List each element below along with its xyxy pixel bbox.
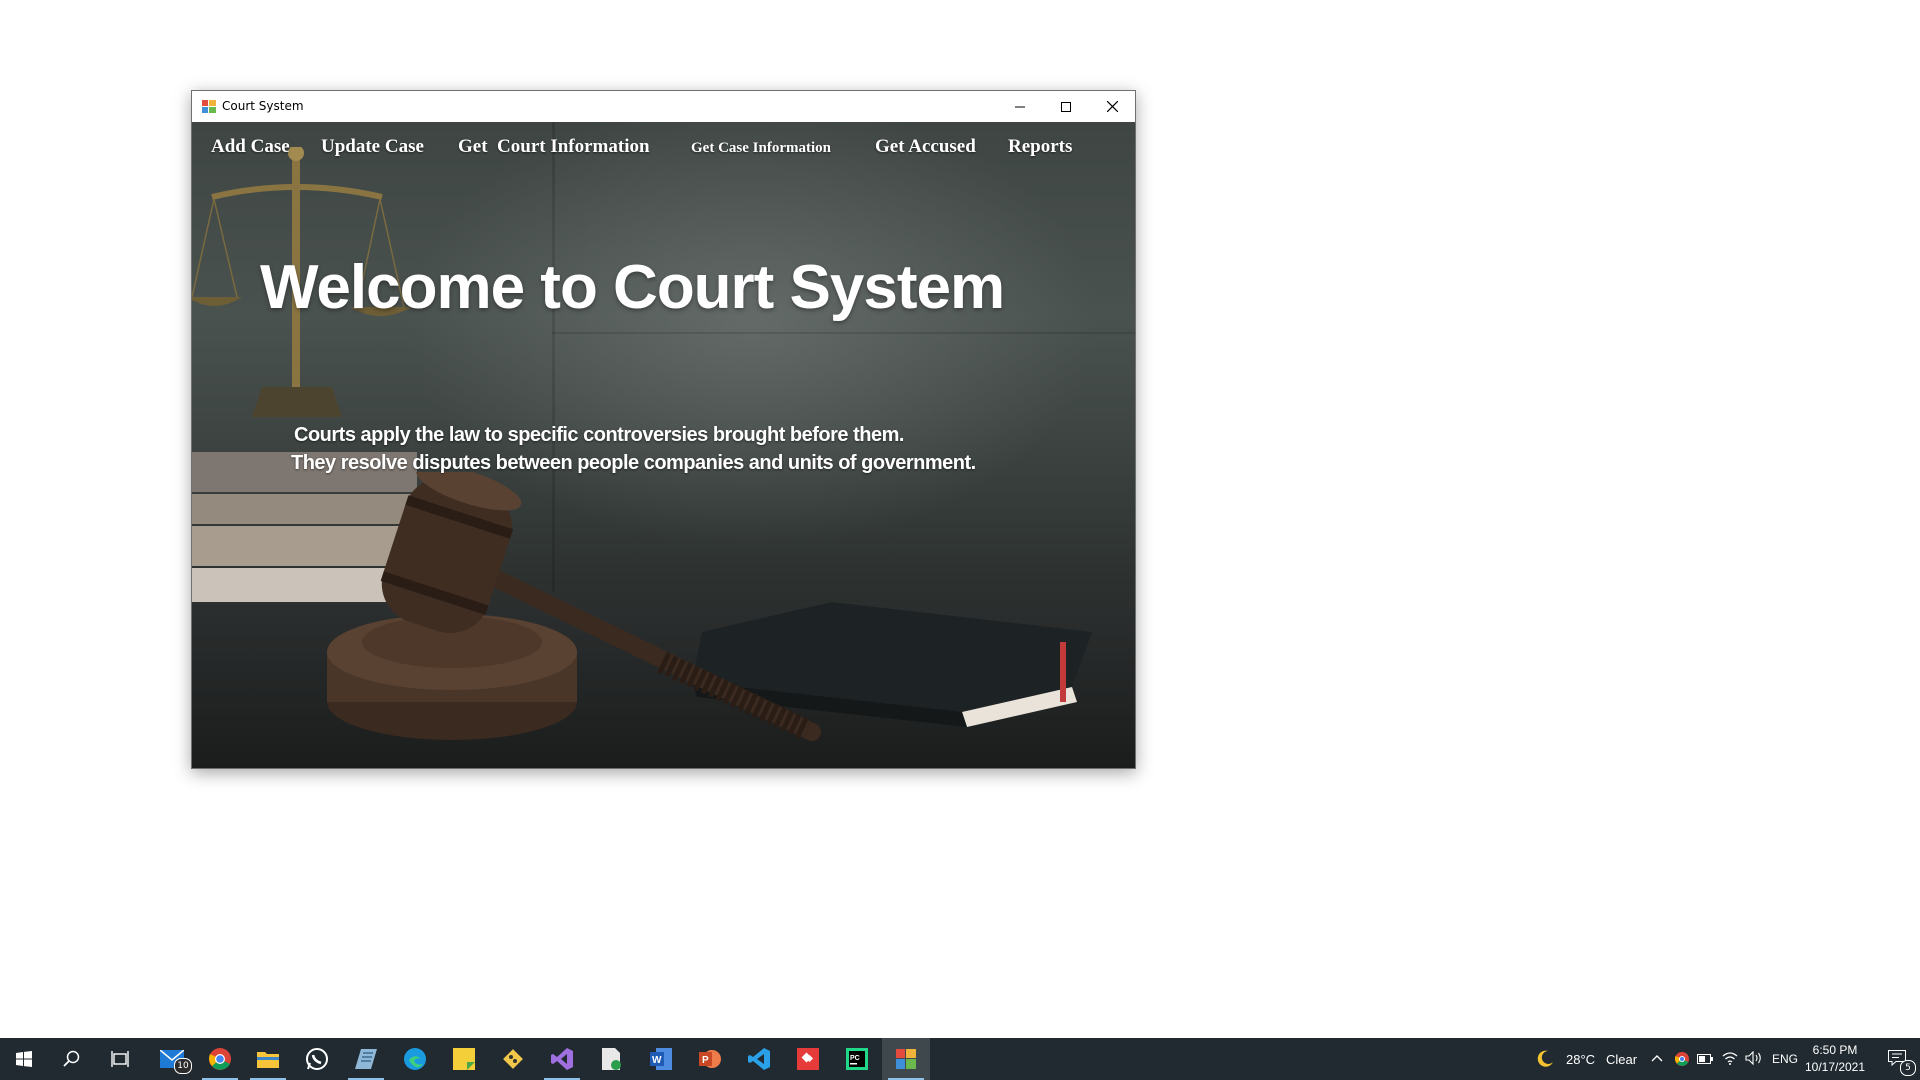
chrome-icon <box>209 1048 231 1070</box>
taskbar: 10 W P PC 28°C Clear ENG 6:50 PM 10/17/2… <box>0 1038 1920 1080</box>
weather-temperature[interactable]: 28°C <box>1566 1052 1595 1067</box>
svg-text:PC: PC <box>850 1055 860 1062</box>
taskbar-court-system[interactable] <box>882 1038 930 1080</box>
document-app-icon <box>602 1048 621 1070</box>
taskbar-edge[interactable] <box>391 1038 439 1080</box>
wall-seam <box>552 332 1135 334</box>
menu-get-case-information[interactable]: Get Case Information <box>691 140 831 157</box>
menu-get-court-information[interactable]: Get Court Information <box>458 136 650 158</box>
search-button[interactable] <box>48 1038 96 1080</box>
court-system-app-icon <box>896 1049 916 1069</box>
taskbar-pycharm[interactable]: PC <box>833 1038 881 1080</box>
anydesk-icon <box>797 1048 819 1070</box>
main-content: Add Case Update Case Get Court Informati… <box>192 122 1135 768</box>
powerpoint-icon: P <box>699 1050 721 1068</box>
taskbar-powerpoint[interactable]: P <box>686 1038 734 1080</box>
edge-icon <box>404 1048 426 1070</box>
taskbar-anydesk[interactable] <box>784 1038 832 1080</box>
chrome-tray-icon[interactable] <box>1675 1052 1689 1066</box>
taskbar-git[interactable] <box>489 1038 537 1080</box>
mail-badge: 10 <box>174 1058 192 1074</box>
menu-reports[interactable]: Reports <box>1008 136 1072 158</box>
description-line-2: They resolve disputes between people com… <box>291 452 976 474</box>
task-view-icon <box>111 1051 129 1067</box>
clock-date: 10/17/2021 <box>1804 1060 1866 1074</box>
wifi-icon[interactable] <box>1722 1051 1738 1065</box>
minimize-icon <box>1015 106 1025 107</box>
weather-condition[interactable]: Clear <box>1606 1052 1637 1067</box>
menu-update-case[interactable]: Update Case <box>321 136 424 158</box>
pycharm-icon: PC <box>846 1048 868 1070</box>
app-window-icon <box>202 100 216 113</box>
court-system-window: Court System Add Case Update Case Get Co… <box>191 90 1136 769</box>
close-button[interactable] <box>1089 91 1135 122</box>
chevron-up-icon[interactable] <box>1651 1054 1663 1062</box>
taskbar-chrome[interactable] <box>196 1038 244 1080</box>
volume-icon[interactable] <box>1745 1051 1763 1065</box>
file-explorer-icon <box>257 1052 279 1068</box>
visual-studio-icon <box>551 1048 573 1070</box>
taskbar-document-app[interactable] <box>588 1038 636 1080</box>
menu-add-case[interactable]: Add Case <box>211 136 290 158</box>
title-bar[interactable]: Court System <box>192 91 1135 122</box>
taskbar-word[interactable]: W <box>637 1038 685 1080</box>
clock[interactable]: 6:50 PM 10/17/2021 <box>1795 1042 1875 1076</box>
close-icon <box>1106 101 1118 112</box>
svg-text:P: P <box>702 1055 709 1066</box>
taskbar-visual-studio[interactable] <box>538 1038 586 1080</box>
maximize-icon <box>1061 101 1071 112</box>
description-line-1: Courts apply the law to specific controv… <box>294 424 904 446</box>
battery-icon[interactable] <box>1697 1054 1713 1064</box>
action-center-button[interactable]: 5 <box>1876 1038 1920 1080</box>
taskbar-mail[interactable]: 10 <box>148 1038 196 1080</box>
whatsapp-icon <box>306 1048 328 1070</box>
moon-icon <box>1537 1050 1553 1067</box>
word-icon: W <box>650 1048 672 1070</box>
start-button[interactable] <box>0 1038 48 1080</box>
gavel-image <box>327 472 821 741</box>
menu-bar: Add Case Update Case Get Court Informati… <box>192 122 1135 172</box>
notification-count-badge: 5 <box>1900 1060 1916 1076</box>
maximize-button[interactable] <box>1043 91 1089 122</box>
window-title: Court System <box>222 99 304 113</box>
git-icon <box>503 1049 523 1069</box>
taskbar-notepad[interactable] <box>342 1038 390 1080</box>
svg-text:W: W <box>652 1055 662 1066</box>
start-icon <box>16 1051 32 1067</box>
taskbar-whatsapp[interactable] <box>293 1038 341 1080</box>
taskbar-file-explorer[interactable] <box>244 1038 292 1080</box>
minimize-button[interactable] <box>997 91 1043 122</box>
menu-get-accused[interactable]: Get Accused <box>875 136 976 158</box>
taskbar-sticky-notes[interactable] <box>440 1038 488 1080</box>
clock-time: 6:50 PM <box>1812 1043 1858 1057</box>
task-view-button[interactable] <box>96 1038 144 1080</box>
search-icon <box>63 1050 80 1067</box>
taskbar-vscode[interactable] <box>735 1038 783 1080</box>
vscode-icon <box>748 1048 770 1070</box>
sticky-notes-icon <box>453 1048 475 1070</box>
notepad-icon <box>355 1049 377 1069</box>
welcome-headline: Welcome to Court System <box>260 253 1005 322</box>
